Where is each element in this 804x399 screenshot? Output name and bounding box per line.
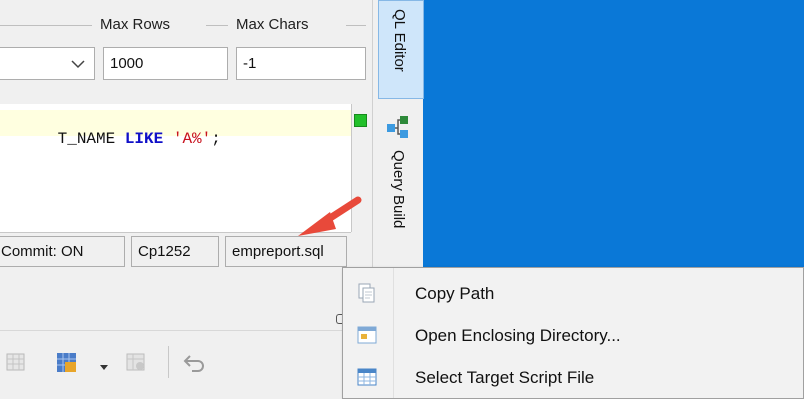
header-divider [0, 25, 92, 26]
query-builder-icon[interactable] [386, 114, 412, 145]
file-status[interactable]: empreport.sql [225, 236, 347, 267]
undo-icon[interactable] [182, 352, 204, 372]
open-directory-icon [357, 325, 377, 345]
toolbar-divider [168, 346, 169, 378]
menu-item-label: Open Enclosing Directory... [415, 326, 621, 345]
sql-editor[interactable]: T_NAME LIKE 'A%'; [0, 104, 351, 233]
max-chars-label: Max Chars [236, 16, 309, 33]
autocommit-status[interactable]: Commit: ON [0, 236, 125, 267]
sql-string: 'A%' [172, 130, 212, 148]
grid-icon[interactable] [6, 352, 26, 372]
tab-sql-editor-label: QL Editor [391, 9, 408, 72]
menu-item-open-enclosing-directory[interactable]: Open Enclosing Directory... [343, 316, 803, 356]
menu-item-copy-path[interactable]: Copy Path [343, 274, 803, 314]
export-grid-icon[interactable] [56, 352, 76, 372]
menu-item-select-target-script-file[interactable]: Select Target Script File [343, 358, 803, 398]
sql-editor-window: Max Rows Max Chars 1000 -1 T_NAME LIKE '… [0, 0, 378, 399]
context-menu: Copy Path Open Enclosing Directory... Se… [342, 267, 804, 399]
connection-select[interactable] [0, 47, 95, 80]
menu-item-label: Copy Path [415, 284, 495, 303]
header-divider [206, 25, 228, 26]
encoding-status[interactable]: Cp1252 [131, 236, 219, 267]
tab-query-builder[interactable]: Query Build [380, 146, 420, 268]
sql-token: T_NAME [57, 130, 125, 148]
chevron-down-icon[interactable] [71, 56, 85, 72]
sql-token: ; [211, 130, 221, 148]
tab-sql-editor[interactable]: QL Editor [378, 0, 424, 99]
tab-query-builder-label: Query Build [390, 150, 407, 229]
max-chars-input[interactable]: -1 [236, 47, 366, 80]
max-rows-input[interactable]: 1000 [103, 47, 228, 80]
menu-item-label: Select Target Script File [415, 368, 595, 387]
select-script-icon [357, 367, 377, 387]
status-ok-marker [354, 114, 367, 127]
chevron-down-icon[interactable] [100, 358, 108, 376]
header-divider [346, 25, 366, 26]
max-rows-label: Max Rows [100, 16, 171, 33]
grid-check-icon[interactable] [126, 352, 146, 372]
sql-code-line[interactable]: T_NAME LIKE 'A%'; [0, 112, 221, 166]
sql-keyword: LIKE [124, 130, 173, 148]
toolbar-divider [0, 330, 350, 331]
copy-path-icon [357, 283, 377, 303]
